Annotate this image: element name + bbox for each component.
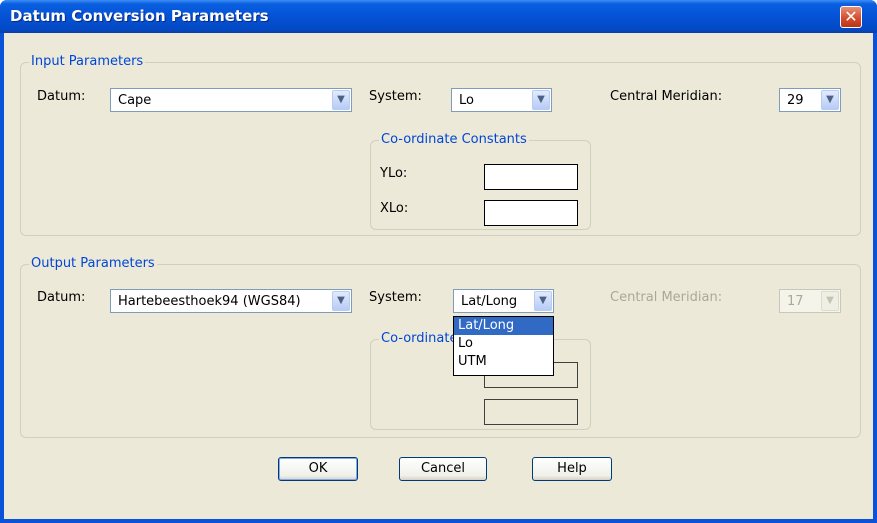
chevron-down-icon: ▼ — [821, 291, 839, 311]
ylo-label: YLo: — [380, 166, 408, 181]
close-button[interactable]: ✕ — [840, 6, 862, 28]
system-dropdown-list[interactable]: Lat/Long Lo UTM — [453, 316, 554, 376]
output-system-combo[interactable]: Lat/Long ▼ — [453, 289, 554, 313]
input-central-meridian-label: Central Meridian: — [610, 89, 723, 104]
dropdown-option-utm[interactable]: UTM — [454, 353, 553, 371]
input-datum-combo[interactable]: Cape ▼ — [110, 88, 352, 112]
cancel-button[interactable]: Cancel — [399, 457, 487, 481]
output-system-label: System: — [369, 290, 422, 305]
dropdown-option-lo[interactable]: Lo — [454, 335, 553, 353]
output-central-meridian-value: 17 — [787, 294, 804, 309]
chevron-down-icon[interactable]: ▼ — [532, 90, 550, 110]
output-system-value: Lat/Long — [461, 294, 518, 309]
ok-button[interactable]: OK — [278, 457, 358, 481]
input-system-label: System: — [369, 89, 422, 104]
output-central-meridian-combo: 17 ▼ — [779, 289, 841, 313]
title-bar[interactable]: Datum Conversion Parameters ✕ — [0, 0, 877, 33]
chevron-down-icon[interactable]: ▼ — [534, 291, 552, 311]
output-datum-value: Hartebeesthoek94 (WGS84) — [118, 294, 301, 309]
output-constants-title: Co-ordinate — [379, 331, 460, 346]
chevron-down-icon[interactable]: ▼ — [332, 291, 350, 311]
input-parameters-title: Input Parameters — [29, 54, 146, 69]
ylo-input[interactable] — [484, 164, 578, 190]
input-central-meridian-combo[interactable]: 29 ▼ — [779, 88, 841, 112]
input-constants-title: Co-ordinate Constants — [379, 132, 529, 147]
chevron-down-icon[interactable]: ▼ — [821, 90, 839, 110]
input-datum-value: Cape — [118, 93, 152, 108]
output-central-meridian-label: Central Meridian: — [610, 290, 723, 305]
output-datum-label: Datum: — [37, 290, 86, 305]
input-system-value: Lo — [459, 93, 474, 108]
input-datum-label: Datum: — [37, 89, 86, 104]
dialog-window: Datum Conversion Parameters ✕ Input Para… — [0, 0, 877, 523]
xlo-label: XLo: — [380, 201, 409, 216]
window-title: Datum Conversion Parameters — [10, 7, 269, 25]
input-central-meridian-value: 29 — [787, 93, 804, 108]
input-system-combo[interactable]: Lo ▼ — [451, 88, 552, 112]
output-parameters-title: Output Parameters — [29, 256, 157, 271]
dialog-client: Input Parameters Datum: Cape ▼ System: L… — [4, 33, 873, 519]
dropdown-option-lat-long[interactable]: Lat/Long — [454, 317, 553, 335]
help-button[interactable]: Help — [532, 457, 612, 481]
output-datum-combo[interactable]: Hartebeesthoek94 (WGS84) ▼ — [110, 289, 352, 313]
xlo-input[interactable] — [484, 200, 578, 226]
output-xlo-input — [484, 399, 578, 425]
chevron-down-icon[interactable]: ▼ — [332, 90, 350, 110]
close-icon: ✕ — [844, 7, 858, 26]
